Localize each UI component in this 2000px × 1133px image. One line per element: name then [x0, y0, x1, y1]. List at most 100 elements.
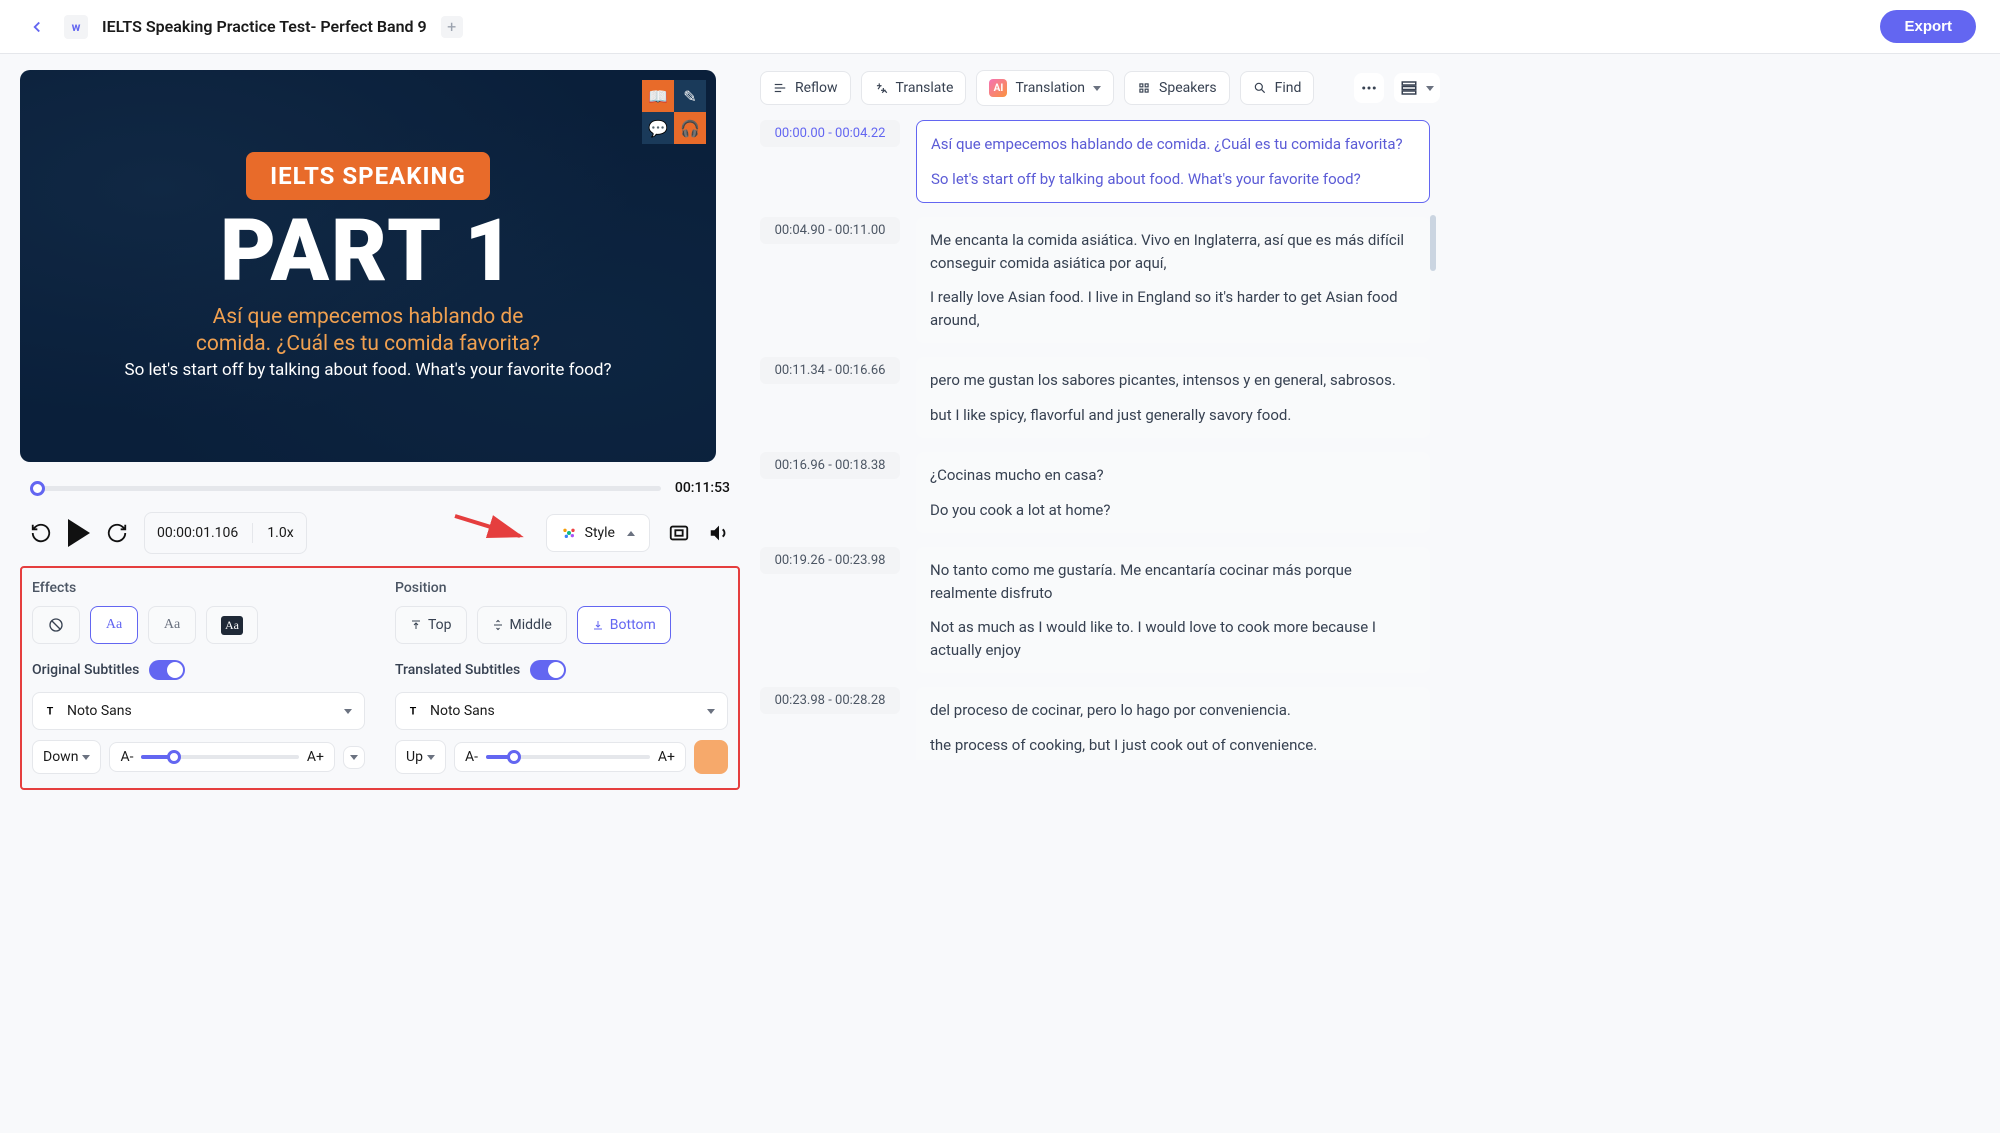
segment-original-text[interactable]: So let's start off by talking about food… — [931, 168, 1415, 191]
position-bottom-label: Bottom — [610, 617, 656, 633]
original-size-slider[interactable]: A- A+ — [109, 742, 335, 772]
translation-label: Translation — [1015, 80, 1085, 96]
segment-time[interactable]: 00:16.96 - 00:18.38 — [760, 452, 900, 479]
original-subtitles-toggle[interactable] — [149, 660, 185, 680]
original-more-select[interactable] — [343, 746, 365, 769]
subtitle-translated: Así que empecemos hablando de comida. ¿C… — [196, 304, 540, 359]
time-total: 00:11:53 — [675, 480, 730, 496]
segment-translated-text[interactable]: Me encanta la comida asiática. Vivo en I… — [930, 229, 1416, 274]
segment-body[interactable]: ¿Cocinas mucho en casa? Do you cook a lot… — [916, 452, 1430, 533]
segment-translated-text[interactable]: No tanto como me gustaría. Me encantaría… — [930, 559, 1416, 604]
segment-body[interactable]: Me encanta la comida asiática. Vivo en I… — [916, 217, 1430, 343]
segment-time[interactable]: 00:11.34 - 00:16.66 — [760, 357, 900, 384]
play-button[interactable] — [68, 519, 90, 547]
chevron-down-icon — [1093, 86, 1101, 91]
transcript-list[interactable]: 00:00.00 - 00:04.22 Así que empecemos hab… — [760, 120, 1440, 760]
transcript-segment[interactable]: 00:11.34 - 00:16.66 pero me gustan los sa… — [760, 357, 1430, 438]
transcript-segment[interactable]: 00:16.96 - 00:18.38 ¿Cocinas mucho en cas… — [760, 452, 1430, 533]
translate-button[interactable]: Translate — [861, 71, 967, 105]
segment-original-text[interactable]: Not as much as I would like to. I would … — [930, 616, 1416, 661]
player-controls: 00:00:01.106 1.0x Style — [30, 512, 730, 554]
position-middle-button[interactable]: Middle — [477, 606, 567, 644]
effect-outline-button[interactable]: Aa — [90, 606, 138, 644]
timeline-track[interactable] — [30, 486, 661, 491]
scrollbar[interactable] — [1430, 215, 1436, 271]
position-bottom-button[interactable]: Bottom — [577, 606, 671, 644]
video-preview[interactable]: 📖 ✎ 💬 🎧 IELTS SPEAKING PART 1 Así que em… — [20, 70, 716, 462]
time-speed-display[interactable]: 00:00:01.106 1.0x — [144, 512, 307, 554]
align-middle-icon — [492, 619, 504, 631]
playback-speed[interactable]: 1.0x — [267, 525, 293, 541]
right-panel: Reflow Translate AI Translation Speakers… — [760, 70, 1440, 790]
reflow-button[interactable]: Reflow — [760, 71, 851, 105]
back-button[interactable] — [24, 14, 50, 40]
translated-direction-select[interactable]: Up — [395, 740, 446, 774]
more-button[interactable] — [1354, 73, 1384, 103]
original-direction-select[interactable]: Down — [32, 740, 101, 774]
font-icon: T — [45, 704, 59, 718]
segment-original-text[interactable]: but I like spicy, flavorful and just gen… — [930, 404, 1416, 427]
segment-body[interactable]: del proceso de cocinar, pero lo hago por… — [916, 687, 1430, 760]
translate-label: Translate — [896, 80, 954, 96]
video-pill: IELTS SPEAKING — [246, 152, 490, 200]
transcript-segment[interactable]: 00:23.98 - 00:28.28 del proceso de cocina… — [760, 687, 1430, 760]
effects-column: Effects Aa Aa Aa Original Subtitles T No… — [32, 580, 365, 774]
size-decrease-label: A- — [120, 749, 133, 765]
segment-original-text[interactable]: I really love Asian food. I live in Engl… — [930, 286, 1416, 331]
export-button[interactable]: Export — [1880, 10, 1976, 43]
forward-button[interactable] — [106, 522, 128, 544]
translated-size-slider[interactable]: A- A+ — [454, 742, 686, 772]
current-time[interactable]: 00:00:01.106 — [157, 525, 238, 541]
reflow-label: Reflow — [795, 80, 838, 96]
segment-body[interactable]: pero me gustan los sabores picantes, int… — [916, 357, 1430, 438]
transcript-segment[interactable]: 00:19.26 - 00:23.98 No tanto como me gust… — [760, 547, 1430, 673]
segment-body[interactable]: No tanto como me gustaría. Me encantaría… — [916, 547, 1430, 673]
transcript-segment[interactable]: 00:00.00 - 00:04.22 Así que empecemos hab… — [760, 120, 1430, 203]
find-label: Find — [1275, 80, 1302, 96]
segment-translated-text[interactable]: ¿Cocinas mucho en casa? — [930, 464, 1416, 487]
volume-button[interactable] — [708, 522, 730, 544]
translated-font-select[interactable]: T Noto Sans — [395, 692, 728, 730]
direction-up-value: Up — [406, 749, 423, 765]
style-button[interactable]: Style — [546, 514, 650, 552]
segment-original-text[interactable]: the process of cooking, but I just cook … — [930, 734, 1416, 757]
effect-box-button[interactable]: Aa — [206, 606, 258, 644]
chevron-down-icon — [427, 755, 435, 760]
chevron-down-icon — [82, 755, 90, 760]
fullscreen-button[interactable] — [668, 522, 690, 544]
search-icon — [1253, 81, 1267, 95]
size-increase-label: A+ — [307, 749, 324, 765]
align-bottom-icon — [592, 619, 604, 631]
video-big-text: PART 1 — [220, 208, 516, 294]
chevron-down-icon — [344, 709, 352, 714]
rewind-button[interactable] — [30, 522, 52, 544]
original-font-select[interactable]: T Noto Sans — [32, 692, 365, 730]
find-button[interactable]: Find — [1240, 71, 1315, 105]
effect-plain-button[interactable]: Aa — [148, 606, 196, 644]
font-icon: T — [408, 704, 422, 718]
translated-subtitles-toggle[interactable] — [530, 660, 566, 680]
position-top-button[interactable]: Top — [395, 606, 467, 644]
segment-time[interactable]: 00:04.90 - 00:11.00 — [760, 217, 900, 244]
size-decrease-label: A- — [465, 749, 478, 765]
translation-dropdown[interactable]: AI Translation — [976, 70, 1114, 106]
transcript-toolbar: Reflow Translate AI Translation Speakers… — [760, 70, 1440, 106]
video-overlay: IELTS SPEAKING PART 1 Así que empecemos … — [20, 70, 716, 462]
segment-translated-text[interactable]: pero me gustan los sabores picantes, int… — [930, 369, 1416, 392]
segment-time[interactable]: 00:19.26 - 00:23.98 — [760, 547, 900, 574]
view-mode-button[interactable] — [1394, 73, 1440, 103]
segment-time[interactable]: 00:23.98 - 00:28.28 — [760, 687, 900, 714]
effect-none-button[interactable] — [32, 606, 80, 644]
color-picker[interactable] — [694, 740, 728, 774]
segment-time[interactable]: 00:00.00 - 00:04.22 — [760, 120, 900, 147]
speakers-button[interactable]: Speakers — [1124, 71, 1230, 105]
segment-translated-text[interactable]: del proceso de cocinar, pero lo hago por… — [930, 699, 1416, 722]
segment-translated-text[interactable]: Así que empecemos hablando de comida. ¿C… — [931, 133, 1415, 156]
segment-original-text[interactable]: Do you cook a lot at home? — [930, 499, 1416, 522]
add-tab-button[interactable]: + — [441, 16, 463, 38]
timeline-thumb[interactable] — [30, 481, 45, 496]
segment-body[interactable]: Así que empecemos hablando de comida. ¿C… — [916, 120, 1430, 203]
page-title[interactable]: IELTS Speaking Practice Test- Perfect Ba… — [102, 17, 427, 36]
chevron-down-icon — [1426, 86, 1434, 91]
transcript-segment[interactable]: 00:04.90 - 00:11.00 Me encanta la comida … — [760, 217, 1430, 343]
